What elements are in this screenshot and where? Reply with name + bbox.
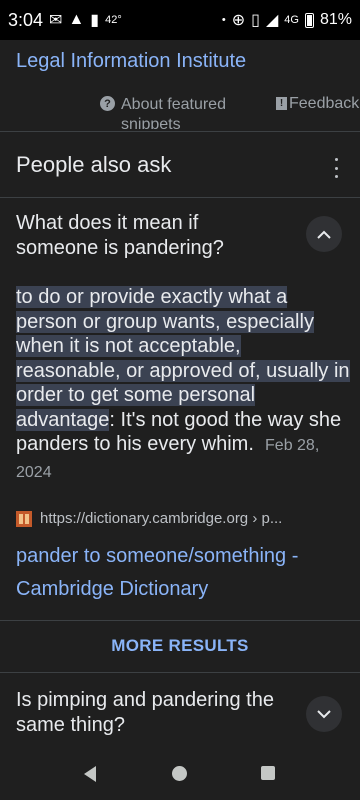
more-vert-icon[interactable] (330, 158, 342, 178)
feedback-label: Feedback (289, 95, 360, 112)
home-icon[interactable] (172, 766, 187, 781)
chevron-up-icon[interactable] (306, 216, 342, 252)
alert-notification-icon: ▲ (68, 11, 85, 28)
status-bar: 3:04 ✉ ▲ ▮ 42° • ⊕ ▯ ◢ 4G 81% (0, 0, 360, 40)
question-2[interactable]: Is pimping and pandering the same thing? (16, 688, 276, 738)
about-text: About featured snippets (121, 96, 226, 129)
source-site-link[interactable]: Legal Information Institute (16, 50, 246, 73)
people-also-ask-title: People also ask (16, 152, 172, 177)
network-type: 4G (284, 14, 299, 26)
snippet-meta-row: ? About featured snippets ! Feedback (0, 95, 360, 129)
source-row[interactable]: https://dictionary.cambridge.org › p... (16, 510, 282, 527)
answer-snippet: to do or provide exactly what a person o… (16, 285, 350, 485)
temperature-text: 42° (105, 14, 122, 26)
chevron-down-icon[interactable] (306, 696, 342, 732)
signal-icon: ◢ (265, 12, 279, 29)
back-icon[interactable] (84, 766, 96, 782)
feedback-button[interactable]: ! Feedback (276, 95, 359, 113)
question-1[interactable]: What does it mean if someone is panderin… (16, 211, 276, 261)
recents-icon[interactable] (261, 766, 275, 780)
vibrate-icon: ▯ (251, 12, 260, 29)
status-left: 3:04 ✉ ▲ ▮ 42° (8, 10, 122, 31)
divider (0, 672, 360, 673)
about-featured-snippets[interactable]: ? About featured snippets (100, 95, 241, 129)
help-icon: ? (100, 96, 115, 111)
more-results-button[interactable]: MORE RESULTS (0, 636, 360, 656)
battery-percent: 81% (319, 11, 352, 28)
divider (0, 131, 360, 132)
source-url: https://dictionary.cambridge.org › p... (40, 510, 283, 527)
sd-card-icon: ▮ (90, 12, 100, 29)
status-right: • ⊕ ▯ ◢ 4G 81% (222, 10, 352, 30)
gmail-notification-icon: ✉ (49, 12, 63, 29)
dot-icon: • (221, 14, 226, 26)
battery-icon (304, 12, 314, 28)
hotspot-icon: ⊕ (231, 12, 246, 29)
status-time: 3:04 (8, 9, 44, 30)
result-title-link[interactable]: pander to someone/something - Cambridge … (16, 540, 346, 606)
divider (0, 620, 360, 621)
system-nav-bar (0, 748, 360, 800)
cambridge-favicon-icon (16, 510, 32, 527)
feedback-icon: ! (276, 97, 287, 110)
divider (0, 197, 360, 198)
